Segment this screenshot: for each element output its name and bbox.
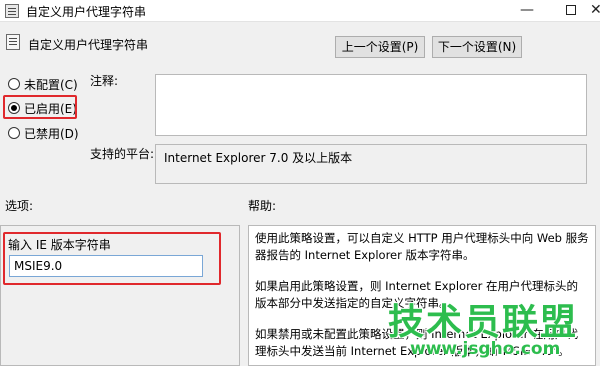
title-bar: 自定义用户代理字符串 — ✕ [0,0,600,22]
previous-setting-button[interactable]: 上一个设置(P) [335,36,425,58]
comment-textarea[interactable] [155,74,587,136]
policy-setting-icon [6,34,20,50]
minimize-button[interactable]: — [504,0,550,22]
highlight-box-options [3,232,221,285]
policy-icon [5,4,19,18]
supported-platform-value: Internet Explorer 7.0 及以上版本 [164,151,353,165]
close-button[interactable]: ✕ [590,0,600,22]
options-section-label: 选项: [5,199,34,213]
radio-label-not-configured: 未配置(C) [24,77,78,92]
help-panel[interactable]: 使用此策略设置，可以自定义 HTTP 用户代理标头中向 Web 服务器报告的 I… [248,225,596,366]
supported-platform-label: 支持的平台: [90,147,155,161]
help-paragraph: 如果启用此策略设置，则 Internet Explorer 在用户代理标头的版本… [255,279,579,310]
radio-label-disabled: 已禁用(D) [24,126,79,141]
radio-not-configured[interactable]: 未配置(C) [8,75,78,93]
comment-label: 注释: [90,74,119,88]
help-section-label: 帮助: [248,199,277,213]
maximize-icon [566,5,576,15]
radio-button-disabled[interactable] [8,127,20,139]
help-paragraph: 使用此策略设置，可以自定义 HTTP 用户代理标头中向 Web 服务器报告的 I… [255,231,589,262]
window-title: 自定义用户代理字符串 [26,5,147,19]
help-paragraph: 如果禁用或未配置此策略设置，则 Internet Explorer 在用户代理标… [255,327,579,358]
highlight-box-enabled [3,95,77,119]
maximize-button[interactable] [548,0,594,22]
radio-disabled[interactable]: 已禁用(D) [8,124,79,142]
policy-name: 自定义用户代理字符串 [28,38,149,52]
radio-button-not-configured[interactable] [8,78,20,90]
supported-platform-field: Internet Explorer 7.0 及以上版本 [155,144,587,184]
next-setting-button[interactable]: 下一个设置(N) [432,36,522,58]
